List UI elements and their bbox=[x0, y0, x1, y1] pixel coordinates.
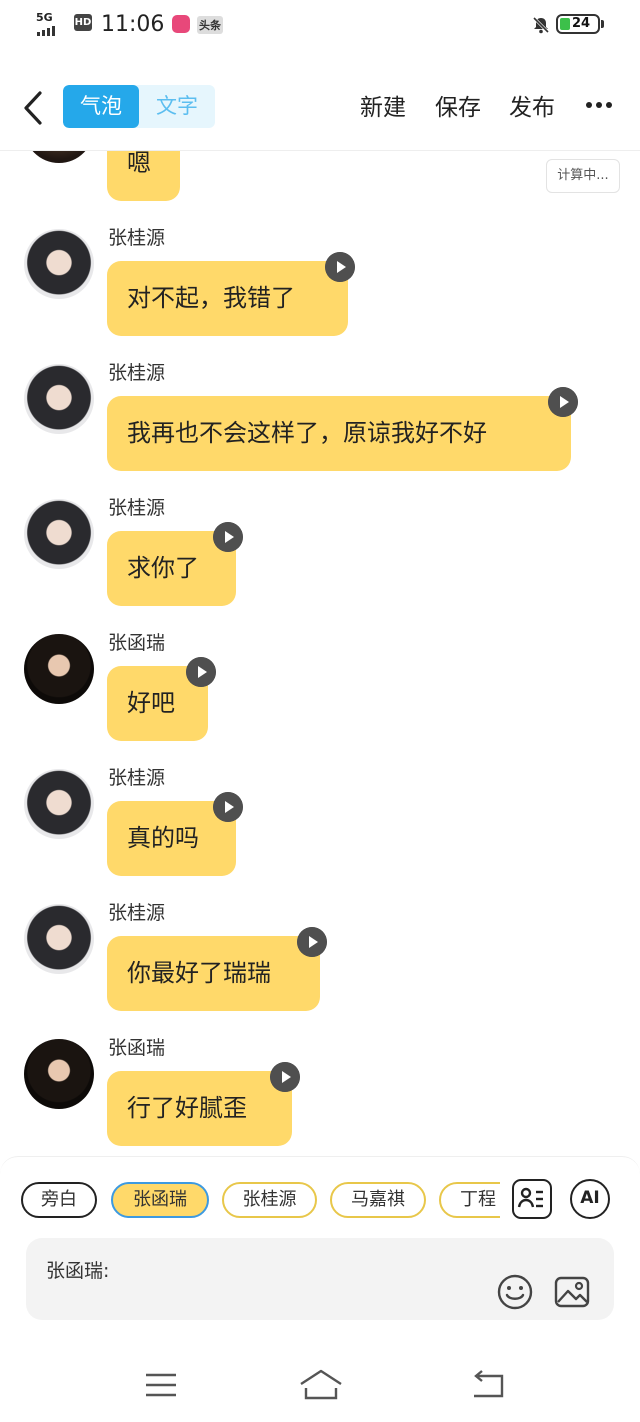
play-audio-icon[interactable] bbox=[325, 252, 355, 282]
home-icon[interactable] bbox=[298, 1368, 344, 1402]
role-chip-zhang-guiyuan[interactable]: 张桂源 bbox=[222, 1182, 317, 1218]
play-audio-icon[interactable] bbox=[548, 387, 578, 417]
save-button[interactable]: 保存 bbox=[435, 90, 481, 126]
back-arrow-icon[interactable] bbox=[18, 88, 48, 128]
sender-name: 张函瑞 bbox=[108, 1037, 166, 1059]
clock: 11:06 bbox=[101, 12, 165, 37]
system-navigation-bar bbox=[0, 1346, 640, 1422]
new-button[interactable]: 新建 bbox=[360, 90, 406, 126]
battery-icon: 24 bbox=[556, 14, 600, 34]
role-chip-ding[interactable]: 丁程 bbox=[439, 1182, 500, 1218]
avatar-zhang-hanrui[interactable] bbox=[24, 1039, 94, 1109]
tab-bubble[interactable]: 气泡 bbox=[63, 85, 139, 128]
role-selector: 旁白 张函瑞 张桂源 马嘉祺 丁程 bbox=[0, 1180, 500, 1220]
play-audio-icon[interactable] bbox=[297, 927, 327, 957]
network-type: 5G bbox=[36, 11, 53, 24]
mode-switch: 气泡 文字 bbox=[63, 85, 215, 128]
publish-button[interactable]: 发布 bbox=[509, 90, 555, 126]
emoji-icon[interactable] bbox=[496, 1273, 534, 1311]
ai-button[interactable]: AI bbox=[570, 1179, 610, 1219]
avatar[interactable] bbox=[24, 151, 94, 163]
hd-icon: HD bbox=[74, 14, 92, 31]
back-nav-icon[interactable] bbox=[470, 1370, 506, 1400]
sender-name: 张桂源 bbox=[108, 362, 166, 384]
signal-icon bbox=[37, 26, 55, 36]
avatar-zhang-guiyuan[interactable] bbox=[24, 499, 94, 569]
play-audio-icon[interactable] bbox=[213, 792, 243, 822]
avatar-zhang-guiyuan[interactable] bbox=[24, 769, 94, 839]
message-bubble[interactable]: 我再也不会这样了，原谅我好不好 bbox=[107, 396, 571, 471]
image-icon[interactable] bbox=[553, 1273, 591, 1311]
message-bubble[interactable]: 你最好了瑞瑞 bbox=[107, 936, 320, 1011]
message-input[interactable]: 张函瑞: bbox=[26, 1238, 614, 1320]
sender-name: 张桂源 bbox=[108, 497, 166, 519]
chat-area[interactable]: 嗯 计算中... 张桂源 对不起，我错了 张桂源 我再也不会这样了，原谅我好不好… bbox=[0, 151, 640, 1156]
role-chip-ma-jiaqi[interactable]: 马嘉祺 bbox=[330, 1182, 426, 1218]
role-chip-zhang-hanrui[interactable]: 张函瑞 bbox=[111, 1182, 209, 1218]
message-bubble[interactable]: 行了好腻歪 bbox=[107, 1071, 292, 1146]
avatar-zhang-guiyuan[interactable] bbox=[24, 229, 94, 299]
role-manage-icon[interactable] bbox=[512, 1179, 552, 1219]
play-audio-icon[interactable] bbox=[270, 1062, 300, 1092]
avatar-zhang-guiyuan[interactable] bbox=[24, 364, 94, 434]
input-speaker-label: 张函瑞: bbox=[46, 1260, 110, 1282]
play-audio-icon[interactable] bbox=[186, 657, 216, 687]
avatar-zhang-guiyuan[interactable] bbox=[24, 904, 94, 974]
play-audio-icon[interactable] bbox=[213, 522, 243, 552]
mute-bell-icon bbox=[532, 16, 550, 34]
battery-level: 24 bbox=[572, 16, 591, 31]
sender-name: 张桂源 bbox=[108, 767, 166, 789]
role-chip-narrator[interactable]: 旁白 bbox=[21, 1182, 97, 1218]
calculating-badge: 计算中... bbox=[546, 159, 620, 193]
menu-icon[interactable] bbox=[144, 1370, 178, 1400]
sender-name: 张桂源 bbox=[108, 902, 166, 924]
news-app-icon: 头条 bbox=[197, 16, 223, 34]
more-icon[interactable] bbox=[585, 98, 613, 112]
status-bar: 5G HD 11:06 头条 24 bbox=[0, 0, 640, 50]
message-bubble[interactable]: 嗯 bbox=[107, 151, 180, 201]
app-notification-icon bbox=[172, 15, 190, 33]
sender-name: 张桂源 bbox=[108, 227, 166, 249]
sender-name: 张函瑞 bbox=[108, 632, 166, 654]
tab-text[interactable]: 文字 bbox=[139, 85, 215, 128]
message-bubble[interactable]: 对不起，我错了 bbox=[107, 261, 348, 336]
avatar-zhang-hanrui[interactable] bbox=[24, 634, 94, 704]
